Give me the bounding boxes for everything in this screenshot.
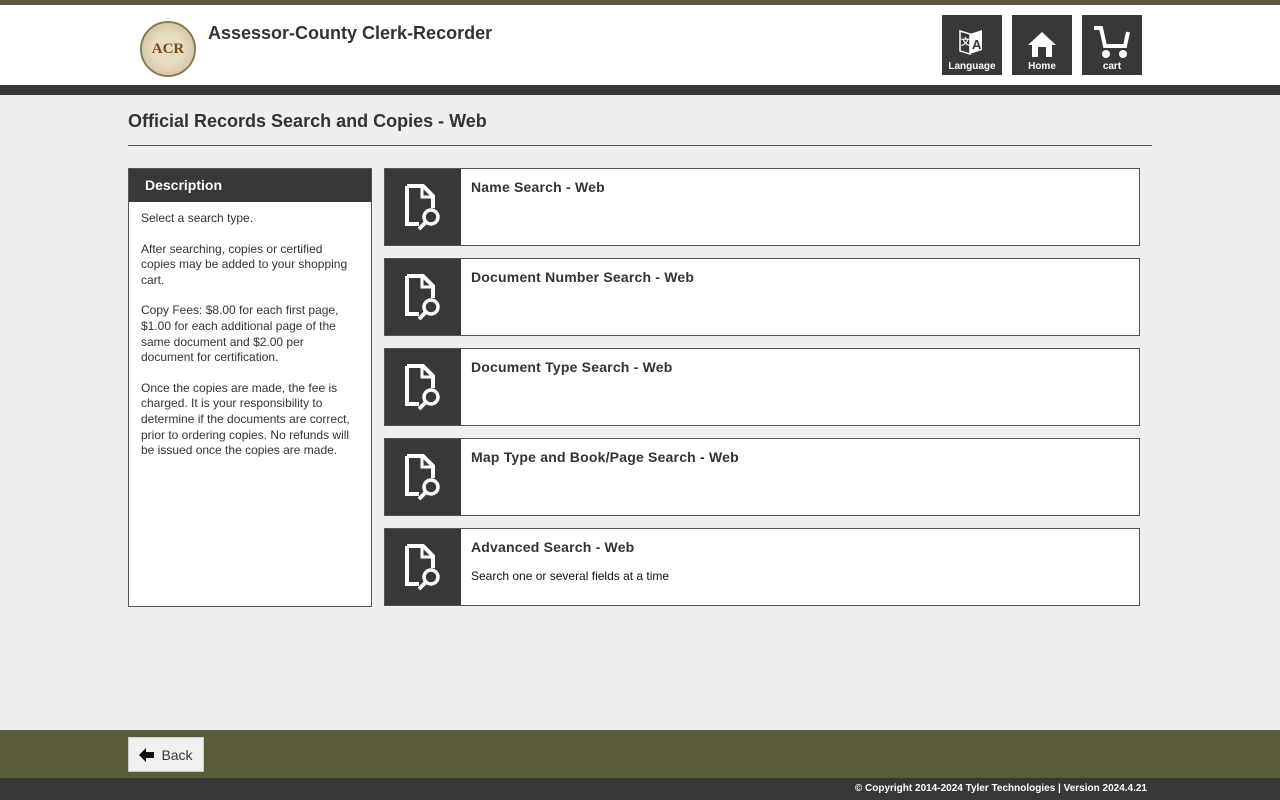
language-button[interactable]: A文 Language [942,15,1002,75]
document-search-icon [385,349,461,425]
search-option-card[interactable]: Map Type and Book/Page Search - Web [384,438,1140,516]
language-label: Language [948,61,996,72]
cart-icon [1094,26,1130,58]
search-option-card[interactable]: Document Type Search - Web [384,348,1140,426]
language-icon: A文 [959,29,982,56]
search-option-card[interactable]: Document Number Search - Web [384,258,1140,336]
cart-label: cart [1102,61,1122,72]
document-search-icon [385,259,461,335]
description-text: Copy Fees: $8.00 for each first page, $1… [141,303,339,365]
svg-text:文: 文 [960,36,971,47]
copyright: © Copyright 2014-2024 Tyler Technologies… [0,778,1280,800]
header-divider [0,85,1280,95]
search-option-title[interactable]: Document Number Search - Web [471,269,694,285]
header: ACR Assessor-County Clerk-Recorder A文 La… [0,5,1280,85]
search-option-card[interactable]: Advanced Search - Web Search one or sever… [384,528,1140,606]
title-rule [128,145,1152,146]
arrow-left-icon [139,747,155,762]
svg-text:A: A [972,37,982,52]
search-option-card[interactable]: Name Search - Web [384,168,1140,246]
logo-text: ACR [151,40,185,57]
home-label: Home [1028,61,1056,72]
county-logo[interactable]: ACR [140,21,196,77]
site-title: Assessor-County Clerk-Recorder [208,23,493,43]
description-panel: Description Select a search type. After … [128,168,372,607]
document-search-icon [385,529,461,605]
document-search-icon [385,169,461,245]
home-button[interactable]: Home [1012,15,1072,75]
search-option-subtitle: Search one or several fields at a time [471,569,670,583]
description-text: Select a search type. [141,211,254,225]
description-text: Once the copies are made, the fee is cha… [141,380,350,458]
search-option-title[interactable]: Advanced Search - Web [471,539,669,555]
cart-button[interactable]: cart [1082,15,1142,75]
back-button[interactable]: Back [128,737,204,772]
back-label: Back [161,746,193,763]
description-text: After searching, copies or certified cop… [141,241,348,287]
document-search-icon [385,439,461,515]
page-title: Official Records Search and Copies - Web [128,111,487,131]
home-icon [1028,32,1056,57]
search-option-title[interactable]: Document Type Search - Web [471,359,673,375]
search-option-title[interactable]: Map Type and Book/Page Search - Web [471,449,739,465]
description-heading: Description [129,169,371,202]
search-option-title[interactable]: Name Search - Web [471,179,605,195]
